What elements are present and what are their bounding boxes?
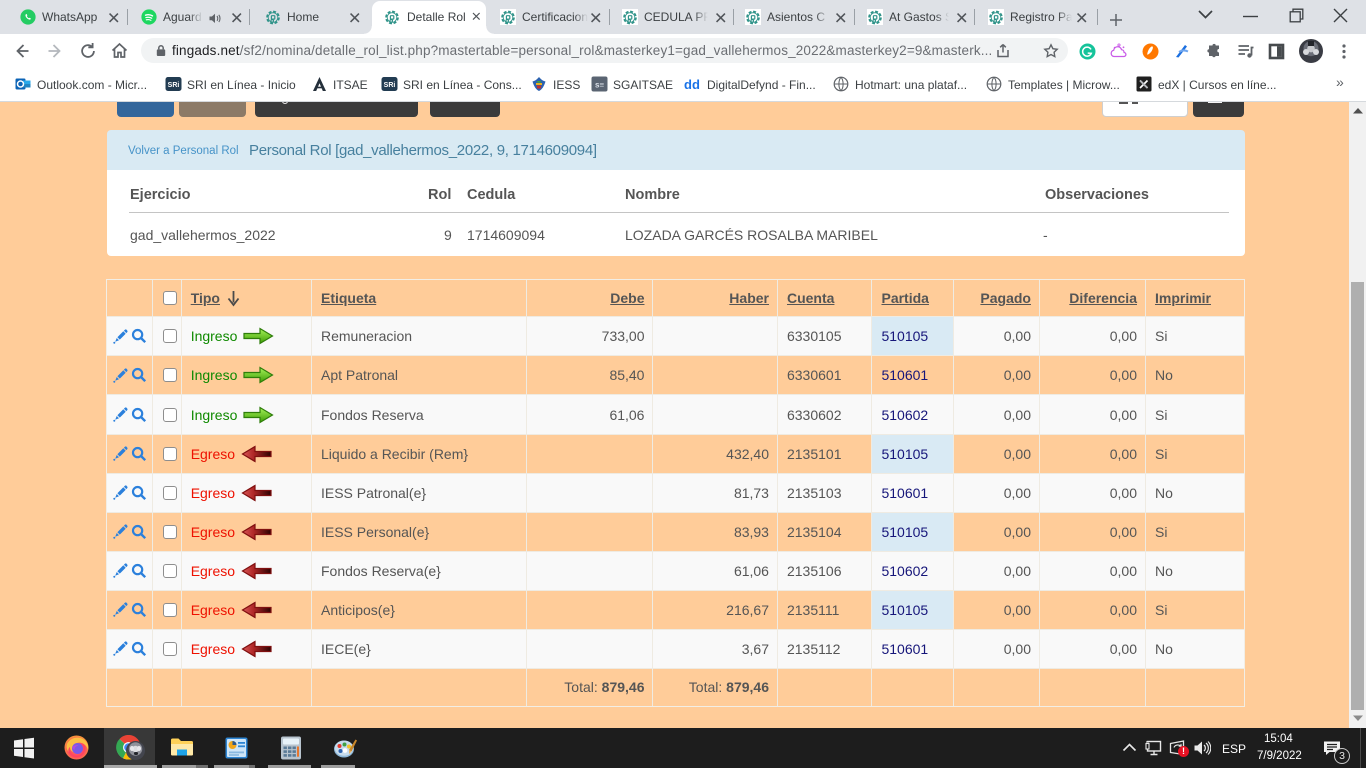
svg-text:SRi: SRi bbox=[168, 82, 180, 89]
svg-text:dd: dd bbox=[684, 77, 700, 92]
svg-text:SRi: SRi bbox=[384, 82, 396, 89]
svg-text:s≡: s≡ bbox=[595, 81, 604, 90]
